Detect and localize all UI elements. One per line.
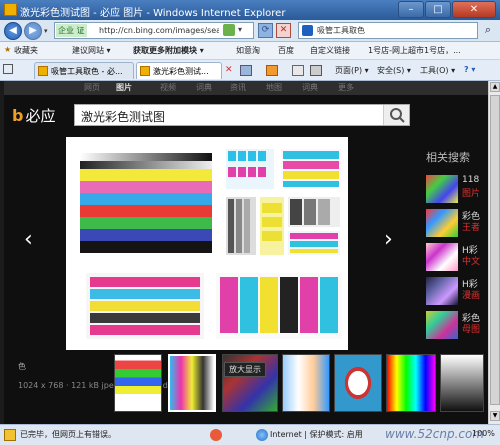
related-text-2b[interactable]: 王者 [462,220,480,233]
popup-blocker-icon[interactable] [210,429,222,441]
quick-tabs-icon[interactable] [3,64,13,74]
status-text: 已完毕，但网页上有错误。 [20,430,116,439]
prev-image-arrow[interactable]: ‹ [24,227,33,252]
url-dropdown-icon[interactable]: ▾ [238,25,242,34]
maximize-button[interactable]: □ [425,1,451,18]
bing-top-nav: 网页 图片 视频 词典 资讯 地图 词典 更多 [4,81,488,95]
nav-images[interactable]: 图片 [116,82,132,93]
safety-menu[interactable]: 安全(S) ▾ [377,65,411,76]
filmstrip-thumb-6[interactable] [386,354,436,412]
related-thumb-2[interactable] [426,209,458,237]
search-magnifier-icon[interactable]: ⌕ [480,23,496,38]
related-searches-title: 相关搜索 [426,151,470,164]
search-provider-icon [302,25,313,36]
related-thumb-1[interactable] [426,175,458,203]
internet-zone-icon [256,429,268,441]
fav-item-custom-links[interactable]: 自定义链接 [310,45,350,56]
refresh-icon[interactable]: ⟳ [258,23,273,38]
favorites-button[interactable]: 收藏夹 [14,45,38,56]
nav-maps[interactable]: 地图 [266,82,282,93]
stop-icon[interactable]: ✕ [276,23,291,38]
search-field[interactable]: 吸管工具取色 [298,22,478,39]
feeds-icon[interactable] [266,65,278,76]
window-title: 激光彩色测试图 - 必应 图片 - Windows Internet Explo… [20,8,286,19]
ie-app-icon [4,3,17,16]
favorites-bar: ★ 收藏夹 建议网站 ▾ 获取更多附加模块 ▾ 如意淘 百度 自定义链接 1号店… [0,42,500,60]
image-caption: 色 [18,362,26,371]
tab-bar: 吸管工具取色 - 必... 激光彩色测试... ✕ 页面(P) ▾ 安全(S) … [0,60,500,81]
watermark: www.52cnp.com [385,427,485,441]
fav-item-yhd[interactable]: 1号店-网上超市1号店，... [368,45,461,56]
nav-more[interactable]: 更多 [338,82,354,93]
nav-dict[interactable]: 词典 [196,82,212,93]
vertical-scrollbar[interactable]: ▲ ▼ [488,81,500,424]
bing-logo[interactable]: b 必应 [12,105,55,126]
minimize-button[interactable]: – [398,1,424,18]
related-text-3b[interactable]: 中文 [462,254,480,267]
zoom-level[interactable]: 100% [472,429,495,438]
fav-item-ruyitao[interactable]: 如意淘 [236,45,260,56]
fav-item-addons[interactable]: 获取更多附加模块 ▾ [133,45,204,56]
error-warning-icon[interactable] [4,429,16,441]
window-titlebar: 激光彩色测试图 - 必应 图片 - Windows Internet Explo… [0,0,500,20]
related-thumb-3[interactable] [426,243,458,271]
related-thumb-4[interactable] [426,277,458,305]
address-field[interactable]: 企业 证 http://cn.bing.com/images/search?q=… [54,22,254,39]
fav-item-baidu[interactable]: 百度 [278,45,294,56]
fav-item-suggested[interactable]: 建议网站 ▾ [72,45,111,56]
security-zone[interactable]: Internet | 保护模式: 启用 [270,429,363,440]
help-menu[interactable]: ? ▾ [464,65,475,74]
filmstrip-thumb-4[interactable] [282,354,330,412]
enlarge-button[interactable]: 放大显示 [224,362,266,377]
scroll-thumb[interactable] [490,95,500,405]
related-text-4b[interactable]: 漫画 [462,288,480,301]
search-magnifier-icon[interactable] [383,105,409,125]
filmstrip-thumb-1[interactable] [114,354,162,412]
filmstrip-thumb-2-selected[interactable] [168,354,216,412]
compatibility-icon[interactable] [223,24,235,36]
search-text[interactable]: 吸管工具取色 [317,25,365,36]
tab-favicon [140,66,150,76]
related-text-1b[interactable]: 图片 [462,186,480,199]
image-size-info[interactable]: 1024 x 768 · 121 kB jpeg · baike.baidu.c… [18,381,192,390]
close-button[interactable]: ✕ [452,1,496,18]
read-mail-icon[interactable] [292,65,304,76]
page-menu[interactable]: 页面(P) ▾ [335,65,369,76]
tools-menu[interactable]: 工具(O) ▾ [420,65,455,76]
nav-dict-2[interactable]: 词典 [302,82,318,93]
close-tab-icon[interactable]: ✕ [225,65,233,75]
print-icon[interactable] [310,65,322,76]
home-icon[interactable] [240,65,252,76]
preview-image[interactable] [66,137,348,350]
filmstrip-thumb-7[interactable] [440,354,484,412]
tab-eyedropper[interactable]: 吸管工具取色 - 必... [34,62,134,79]
favorites-star-icon[interactable]: ★ [4,45,11,54]
forward-button[interactable]: ▶ [24,22,42,40]
related-text-5b[interactable]: 母图 [462,322,480,335]
related-thumb-5[interactable] [426,311,458,339]
history-dropdown-icon[interactable]: ▾ [44,27,48,35]
url-text[interactable]: http://cn.bing.com/images/search?q=激光... [99,25,219,36]
page-viewport: 网页 图片 视频 词典 资讯 地图 词典 更多 b必应 激光彩色测试图 ‹ › [4,81,488,424]
tab-laser-test[interactable]: 激光彩色测试... [136,62,222,79]
nav-news[interactable]: 资讯 [230,82,246,93]
nav-web[interactable]: 网页 [84,82,100,93]
address-toolbar: ◀ ▶ ▾ 企业 证 http://cn.bing.com/images/sea… [0,20,500,42]
secure-badge: 企业 证 [56,24,87,37]
scroll-down-icon[interactable]: ▼ [490,411,500,421]
filmstrip-thumb-5[interactable] [334,354,382,412]
next-image-arrow[interactable]: › [384,227,393,252]
scroll-up-icon[interactable]: ▲ [490,82,500,92]
nav-video[interactable]: 视频 [160,82,176,93]
tab-favicon [38,66,48,76]
status-bar: 已完毕，但网页上有错误。 Internet | 保护模式: 启用 www.52c… [0,424,500,445]
query-text[interactable]: 激光彩色测试图 [81,108,165,125]
image-search-input[interactable]: 激光彩色测试图 [74,104,410,126]
back-button[interactable]: ◀ [4,22,22,40]
related-text-1a[interactable]: 118 [462,175,479,185]
